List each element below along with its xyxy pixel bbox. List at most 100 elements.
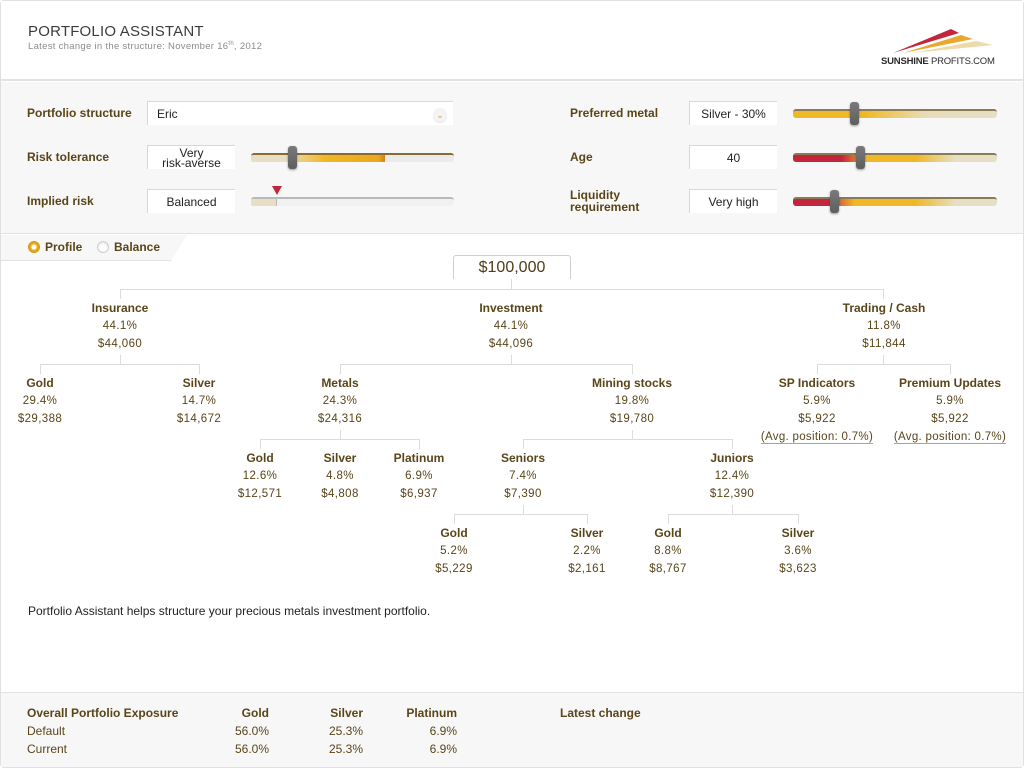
logo-text: SUNSHINE PROFITS.COM — [881, 56, 995, 67]
connector — [40, 364, 41, 374]
link-text[interactable]: (Avg. position: 0.7%) — [893, 431, 1007, 444]
tab-profile[interactable]: Profile — [28, 240, 82, 254]
portfolio-structure-value: Eric — [157, 107, 178, 121]
risk-tolerance-value-line2: risk-averse — [162, 156, 221, 170]
radio-selected-icon[interactable] — [28, 241, 40, 253]
node-name: Juniors — [710, 451, 754, 465]
node-name: Seniors — [500, 451, 545, 465]
row-default-gold: 56.0% — [234, 724, 269, 738]
connector — [883, 289, 884, 299]
node-amount: $8,767 — [649, 563, 687, 575]
liquidity-label: Liquidity requirement — [570, 189, 639, 213]
node-mining-stocks: Mining stocks 19.8% $19,780 — [557, 374, 707, 428]
connector — [523, 439, 733, 440]
node-juniors-gold: Gold 8.8% $8,767 — [593, 524, 743, 578]
logo-rest: PROFITS.COM — [928, 56, 995, 67]
node-premium-updates: Premium Updates 5.9% $5,922 (Avg. positi… — [875, 374, 1024, 446]
node-amount: $19,780 — [609, 413, 655, 425]
portfolio-structure-label: Portfolio structure — [27, 106, 132, 120]
connector — [632, 430, 633, 439]
node-amount: $7,390 — [504, 488, 542, 500]
implied-risk-fill — [251, 199, 278, 206]
tab-balance[interactable]: Balance — [97, 240, 160, 254]
node-name: Gold — [26, 376, 54, 390]
node-percent: 5.9% — [936, 395, 964, 407]
liquidity-slider-thumb[interactable] — [829, 190, 839, 213]
node-seniors-gold: Gold 5.2% $5,229 — [379, 524, 529, 578]
connector — [120, 355, 121, 364]
preferred-metal-slider-thumb[interactable] — [850, 102, 860, 125]
node-amount: $29,388 — [17, 413, 63, 425]
node-insurance-gold: Gold 29.4% $29,388 — [0, 374, 115, 428]
tab-profile-label: Profile — [45, 240, 83, 254]
preferred-metal-slider[interactable] — [793, 109, 997, 118]
preferred-metal-value: Silver - 30% — [689, 101, 777, 125]
connector — [817, 364, 818, 374]
portfolio-structure-select[interactable]: Eric ⌄ — [147, 101, 453, 125]
sunshine-profits-logo[interactable]: SUNSHINE PROFITS.COM — [881, 23, 1001, 71]
column-platinum: Platinum — [406, 706, 457, 720]
node-percent: 8.8% — [654, 545, 682, 557]
node-name: Insurance — [91, 301, 149, 315]
column-gold: Gold — [241, 706, 269, 720]
row-default-silver: 25.3% — [328, 724, 363, 738]
app-title: PORTFOLIO ASSISTANT — [28, 23, 204, 40]
connector — [260, 439, 420, 440]
node-percent: 12.4% — [714, 470, 750, 482]
connector — [199, 364, 200, 374]
node-name: Metals — [321, 376, 359, 390]
exposure-footer: Overall Portfolio Exposure Gold Silver P… — [1, 692, 1023, 767]
subtitle-text: Latest change in the structure: November… — [28, 41, 229, 53]
node-percent: 29.4% — [22, 395, 58, 407]
risk-tolerance-slider[interactable] — [251, 153, 454, 162]
row-current-gold: 56.0% — [234, 742, 269, 756]
link-text[interactable]: (Avg. position: 0.7%) — [760, 431, 874, 444]
node-amount: $5,922 — [798, 413, 836, 425]
row-default-label: Default — [27, 724, 66, 738]
node-amount: $12,390 — [709, 488, 755, 500]
node-sp-indicators: SP Indicators 5.9% $5,922 (Avg. position… — [742, 374, 892, 446]
age-slider[interactable] — [793, 153, 997, 162]
connector — [120, 289, 884, 290]
connector — [454, 514, 455, 524]
connector — [511, 279, 512, 289]
node-percent: 11.8% — [867, 320, 901, 332]
node-amount: $5,922 — [931, 413, 969, 425]
risk-tolerance-fill — [251, 155, 385, 162]
node-insurance: Insurance 44.1% $44,060 — [45, 299, 195, 353]
node-name: SP Indicators — [778, 376, 856, 390]
premium-updates-avg-position-link[interactable]: (Avg. position: 0.7%) — [875, 428, 1024, 446]
node-seniors: Seniors 7.4% $7,390 — [448, 449, 598, 503]
node-percent: 14.7% — [181, 395, 217, 407]
connector — [523, 439, 524, 449]
connector — [883, 355, 884, 364]
connector — [454, 514, 588, 515]
connector — [668, 514, 799, 515]
risk-tolerance-label: Risk tolerance — [27, 150, 110, 164]
radio-unselected-icon[interactable] — [97, 241, 109, 253]
connector — [668, 514, 669, 524]
row-current-silver: 25.3% — [328, 742, 363, 756]
node-amount: $14,672 — [176, 413, 222, 425]
node-name: Gold — [440, 526, 468, 540]
node-amount: $44,096 — [488, 338, 534, 350]
implied-risk-label: Implied risk — [27, 194, 94, 208]
liquidity-slider[interactable] — [793, 197, 997, 206]
age-value: 40 — [689, 145, 777, 169]
controls-panel: Portfolio structure Eric ⌄ Risk toleranc… — [1, 82, 1023, 234]
node-name: Mining stocks — [591, 376, 672, 390]
latest-change-heading: Latest change — [560, 706, 641, 720]
node-amount: $24,316 — [317, 413, 363, 425]
chevron-down-icon[interactable]: ⌄ — [433, 108, 447, 122]
column-silver: Silver — [330, 706, 363, 720]
risk-tolerance-slider-thumb[interactable] — [287, 146, 297, 169]
logo-bold: SUNSHINE — [881, 56, 929, 67]
node-name: Investment — [479, 301, 543, 315]
node-insurance-silver: Silver 14.7% $14,672 — [124, 374, 274, 428]
age-slider-thumb[interactable] — [856, 146, 866, 169]
tab-balance-label: Balance — [114, 240, 161, 254]
node-percent: 7.4% — [509, 470, 537, 482]
sp-indicators-avg-position-link[interactable]: (Avg. position: 0.7%) — [742, 428, 892, 446]
node-percent: 5.2% — [440, 545, 468, 557]
description-text: Portfolio Assistant helps structure your… — [28, 604, 431, 618]
